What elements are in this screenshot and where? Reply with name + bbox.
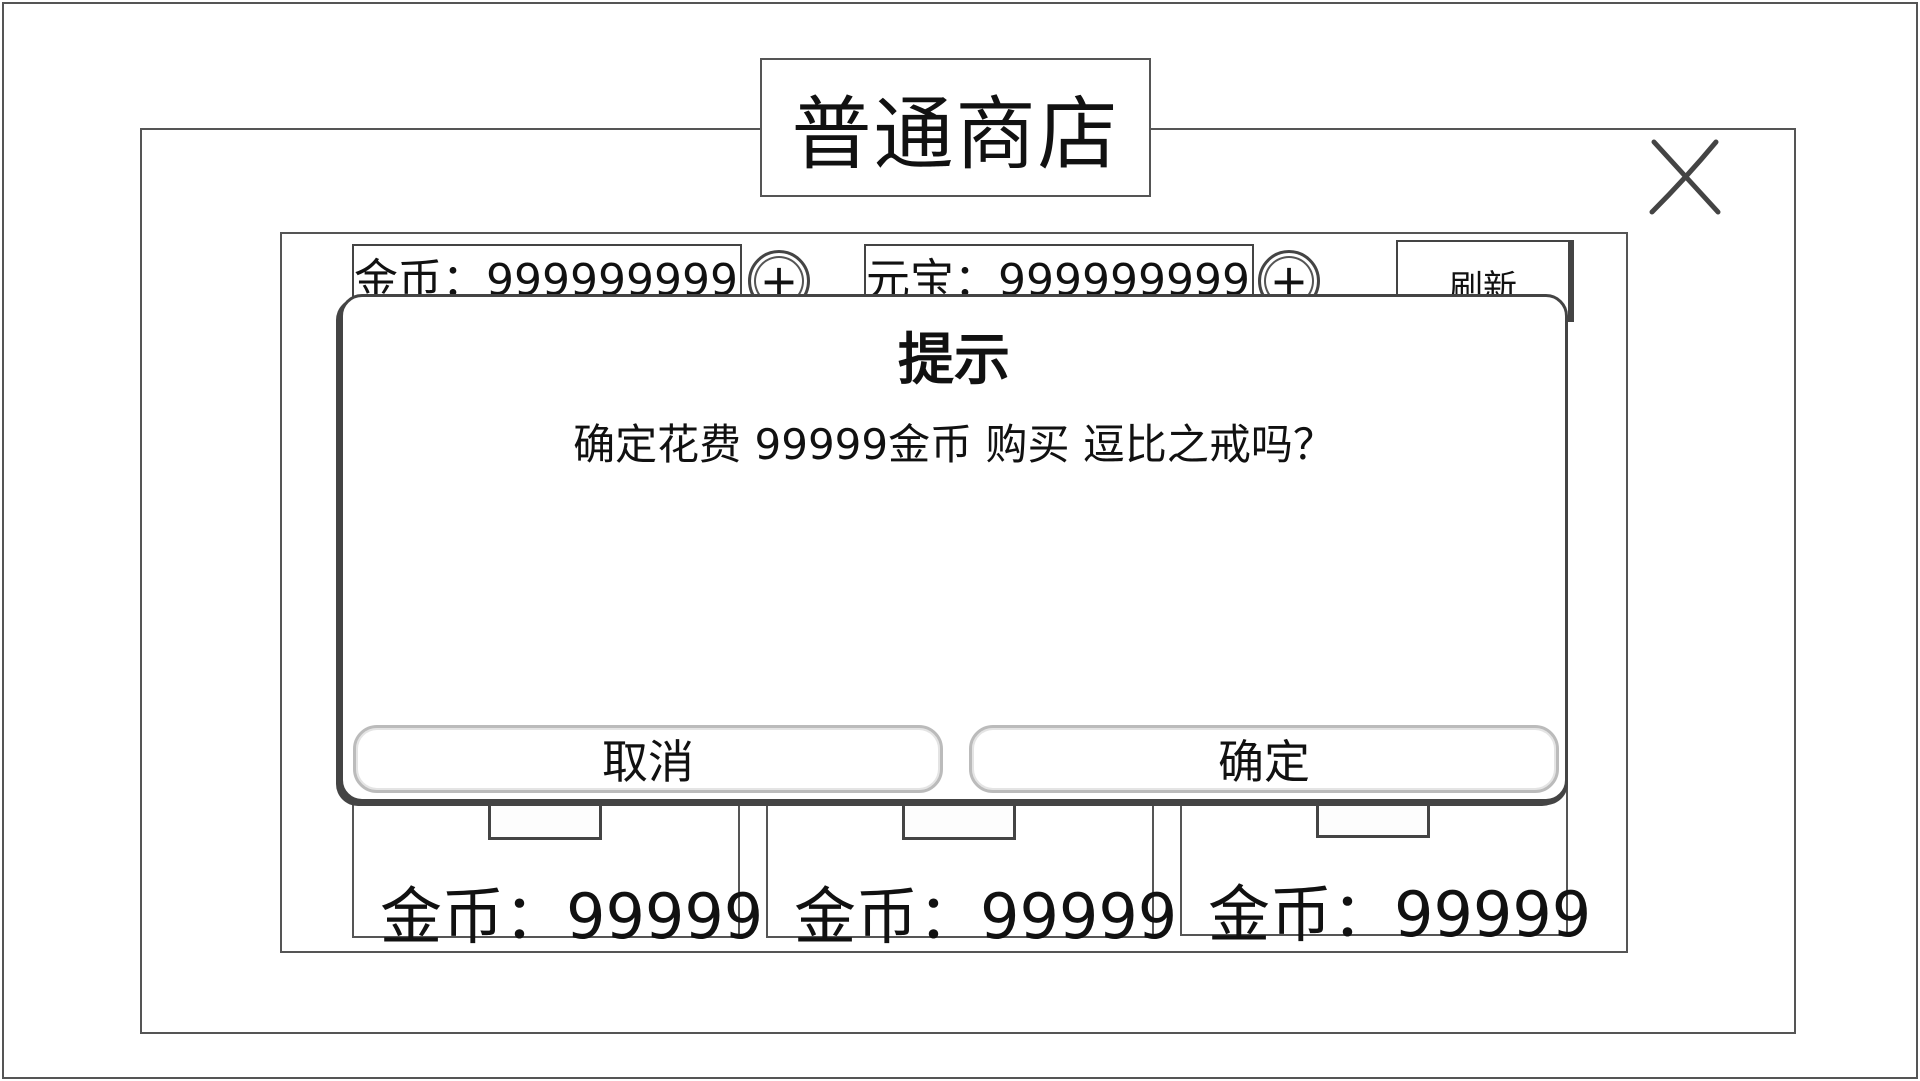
dialog-message: 确定花费 99999金币 购买 逗比之戒吗？ [573, 420, 1335, 469]
item-price: 金币：99999 [1208, 878, 1592, 951]
cancel-button[interactable]: 取消 [353, 725, 943, 793]
shop-title-text: 普通商店 [791, 87, 1120, 181]
item-price: 金币：99999 [794, 880, 1178, 953]
purchase-confirm-dialog: 提示 确定花费 99999金币 购买 逗比之戒吗？ 取消 确定 [340, 294, 1568, 802]
close-button[interactable] [1646, 136, 1726, 218]
shop-title: 普通商店 [760, 58, 1151, 197]
close-icon [1649, 139, 1721, 215]
dialog-title: 提示 [898, 328, 1010, 393]
cancel-label: 取消 [602, 735, 694, 789]
item-price: 金币：99999 [380, 880, 764, 953]
confirm-label: 确定 [1218, 735, 1310, 789]
confirm-button[interactable]: 确定 [969, 725, 1559, 793]
